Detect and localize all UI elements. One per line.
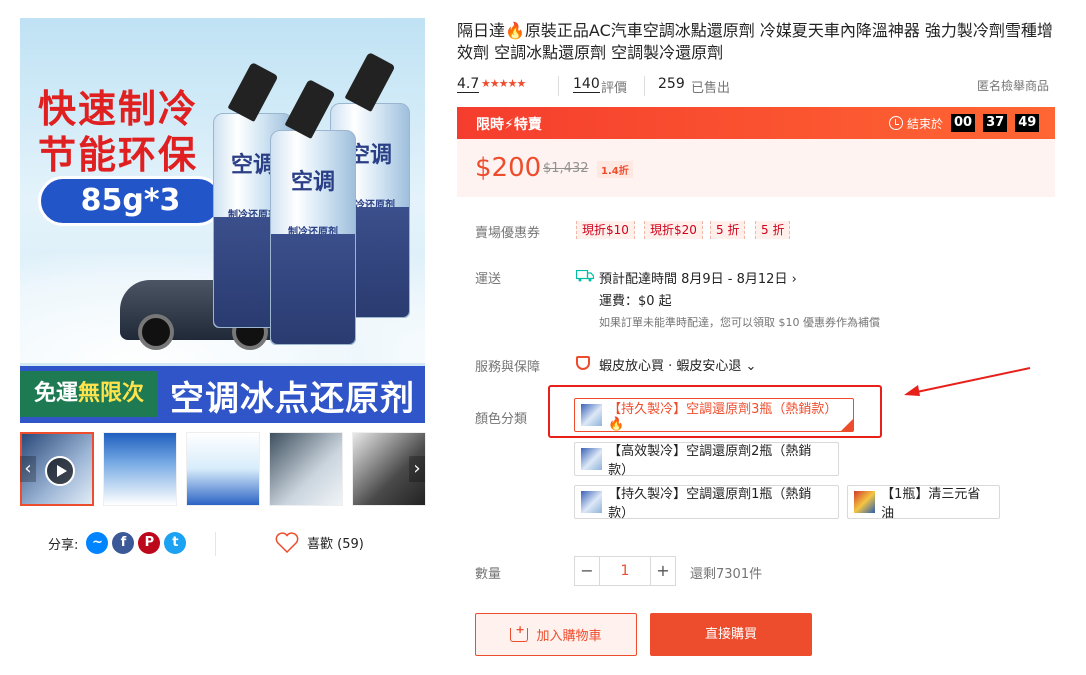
messenger-icon[interactable]: ~ xyxy=(86,532,109,554)
discount-badge: 1.4折 xyxy=(597,161,633,178)
voucher-4[interactable]: 5 折 xyxy=(755,221,791,239)
facebook-icon[interactable]: f xyxy=(112,532,135,554)
variation-thumbnail xyxy=(854,491,876,513)
current-price: $200 xyxy=(475,153,542,183)
heart-icon xyxy=(275,532,299,553)
thumbnail-2[interactable] xyxy=(103,432,177,506)
buy-now-button[interactable]: 直接購買 xyxy=(650,613,812,656)
variation-option-label: 【持久製冷】空調還原劑1瓶（熱銷款） xyxy=(608,487,812,521)
quantity-stepper: − 1 + xyxy=(574,556,676,586)
variation-option-label: 【高效製冷】空調還原劑2瓶（熱銷款） xyxy=(608,444,812,478)
flash-sale-label: 限時⚡特賣 xyxy=(476,117,542,133)
chevron-right-icon[interactable]: › xyxy=(409,456,425,482)
divider xyxy=(215,532,216,556)
like-button[interactable]: 喜歡 (59) xyxy=(275,532,364,553)
quantity-badge: 85g*3 xyxy=(38,176,223,226)
rating-stars-icon: ★★★★★ xyxy=(481,77,526,90)
annotation-arrow-icon xyxy=(904,367,1031,396)
add-to-cart-button[interactable]: 加入購物車 xyxy=(475,613,637,656)
share-label: 分享: xyxy=(48,537,79,553)
price-box: $200 $1,432 1.4折 xyxy=(457,139,1055,197)
twitter-icon[interactable]: t xyxy=(164,532,187,554)
thumbnail-4[interactable] xyxy=(269,432,343,506)
variation-label: 顏色分類 xyxy=(475,412,528,427)
report-link[interactable]: 匿名檢舉商品 xyxy=(977,77,1049,94)
product-page: 快速制冷 节能环保 85g*3 空调 制冷还原剂 空调 制冷还原剂 空调 制冷还… xyxy=(0,0,1086,675)
countdown-hours: 00 xyxy=(951,114,976,132)
chevron-left-icon[interactable]: ‹ xyxy=(20,456,36,482)
voucher-1[interactable]: 現折$10 xyxy=(576,221,635,239)
reviews-label: 評價 xyxy=(601,81,628,96)
like-count: 喜歡 (59) xyxy=(307,537,364,552)
voucher-3[interactable]: 5 折 xyxy=(710,221,746,239)
annotation-highlight-box xyxy=(548,385,882,438)
variation-thumbnail xyxy=(581,448,603,470)
shipping-fee: 運費：$0 起 xyxy=(599,294,672,309)
increase-button[interactable]: + xyxy=(650,556,676,586)
variation-option-3[interactable]: 【持久製冷】空調還原劑1瓶（熱銷款） xyxy=(574,485,839,521)
share-bar: 分享: ~ f P t xyxy=(48,532,187,554)
main-product-image[interactable]: 快速制冷 节能环保 85g*3 空调 制冷还原剂 空调 制冷还原剂 空调 制冷还… xyxy=(20,18,425,423)
vouchers-label: 賣場優惠券 xyxy=(475,226,541,241)
truck-icon xyxy=(576,270,594,282)
service-label: 服務與保障 xyxy=(475,360,541,375)
countdown: 結束於 00 37 49 xyxy=(889,114,1040,132)
thumbnail-strip: ‹ › xyxy=(20,432,426,506)
original-price: $1,432 xyxy=(543,161,589,176)
product-can-2: 空调 制冷还原剂 xyxy=(270,79,356,345)
banner-text: 空调冰点还原剂 xyxy=(170,379,415,419)
variation-option-label: 【1瓶】清三元省油 xyxy=(881,487,981,521)
flash-sale-bar: 限時⚡特賣 結束於 00 37 49 xyxy=(457,107,1055,139)
reviews-count[interactable]: 140 xyxy=(573,76,600,93)
variation-thumbnail xyxy=(581,491,603,513)
decrease-button[interactable]: − xyxy=(574,556,600,586)
product-title: 隔日達🔥原裝正品AC汽車空調冰點還原劑 冷媒夏天車內降溫神器 強力製冷劑雪種增效… xyxy=(457,21,1053,62)
promo-headline-2: 节能环保 xyxy=(38,133,199,177)
shipping-guarantee-note: 如果訂單未能準時配達，您可以領取 $10 優惠券作為補償 xyxy=(599,316,880,329)
clock-icon xyxy=(889,116,903,130)
free-shipping-badge: 免運無限次 xyxy=(20,371,158,417)
quantity-label: 數量 xyxy=(475,567,502,582)
ends-label: 結束於 xyxy=(907,116,944,131)
add-to-cart-label: 加入購物車 xyxy=(536,629,602,644)
play-icon[interactable] xyxy=(45,456,75,486)
quantity-input[interactable]: 1 xyxy=(600,556,650,586)
countdown-seconds: 49 xyxy=(1015,114,1040,132)
delivery-eta[interactable]: 預計配達時間 8月9日 - 8月12日 › xyxy=(599,268,797,287)
thumbnail-3[interactable] xyxy=(186,432,260,506)
variation-option-2[interactable]: 【高效製冷】空調還原劑2瓶（熱銷款） xyxy=(574,442,839,478)
countdown-minutes: 37 xyxy=(983,114,1008,132)
voucher-2[interactable]: 現折$20 xyxy=(644,221,703,239)
service-guarantee[interactable]: 蝦皮放心買 · 蝦皮安心退 ⌄ xyxy=(599,355,756,374)
sold-label: 已售出 xyxy=(691,81,731,96)
cart-icon xyxy=(510,623,529,642)
stock-remaining: 還剩7301件 xyxy=(690,567,763,582)
shield-icon xyxy=(576,356,590,370)
shipping-label: 運送 xyxy=(475,272,502,287)
sold-count: 259 xyxy=(658,76,685,92)
rating-value[interactable]: 4.7 xyxy=(457,76,480,93)
variation-option-4[interactable]: 【1瓶】清三元省油 xyxy=(847,485,1000,521)
pinterest-icon[interactable]: P xyxy=(138,532,161,554)
product-stats: 4.7 ★★★★★ 140 評價 259 已售出 匿名檢舉商品 xyxy=(457,76,1057,96)
